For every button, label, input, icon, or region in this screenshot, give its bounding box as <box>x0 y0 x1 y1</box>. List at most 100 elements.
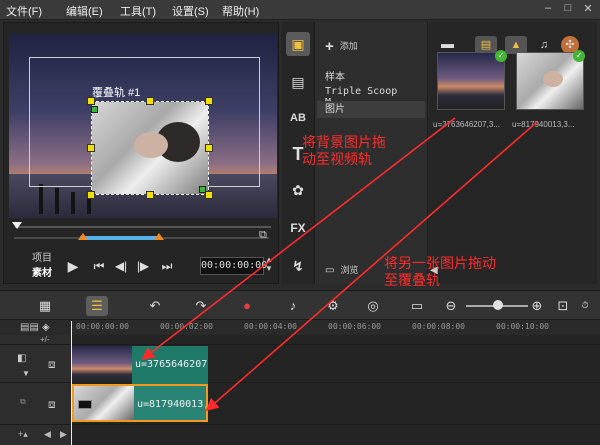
timecode-display[interactable]: 00:00:00:00 <box>200 257 267 275</box>
scrubber-thumb[interactable] <box>12 222 22 229</box>
distort-handle[interactable] <box>91 106 98 113</box>
scroll-right-icon[interactable]: ▶ <box>60 429 67 440</box>
track-toggle[interactable]: +/- <box>40 335 50 344</box>
go-start-icon[interactable]: ⏮ <box>90 257 108 275</box>
piling <box>39 184 43 214</box>
maximize-icon[interactable]: □ <box>560 2 576 17</box>
minimize-icon[interactable]: – <box>540 2 556 17</box>
instant-project-icon[interactable]: ▤ <box>286 70 310 94</box>
media-icon[interactable]: ▣ <box>286 32 310 56</box>
mode-clip[interactable]: 素材 <box>32 264 52 279</box>
filter-fx-icon[interactable]: FX <box>286 216 310 240</box>
transition-icon[interactable]: AB <box>286 106 310 130</box>
close-icon[interactable]: ✕ <box>580 2 596 17</box>
folder-icon[interactable]: ▬ <box>441 36 454 51</box>
clip-label: u=3765646207 <box>135 359 208 370</box>
redo-icon[interactable]: ↷ <box>190 296 212 316</box>
trim-end-marker[interactable] <box>154 233 164 240</box>
preview-scrubber[interactable] <box>9 222 277 232</box>
overlay-clip[interactable]: u=817940013, <box>72 384 208 422</box>
video-clip[interactable]: u=3765646207 <box>72 346 208 384</box>
menu-tools[interactable]: 工具(T) <box>120 3 156 19</box>
trim-start-marker[interactable] <box>78 233 88 240</box>
piling <box>55 188 59 214</box>
prev-frame-icon[interactable]: ◀| <box>112 257 130 275</box>
checkmark-icon: ✓ <box>573 50 585 62</box>
timeline-scrollbar-area <box>70 425 600 445</box>
record-capture-icon[interactable]: ● <box>236 296 258 316</box>
playhead[interactable] <box>71 321 72 445</box>
zoom-out-icon[interactable]: ⊖ <box>440 296 462 316</box>
thumbnail-background <box>438 53 504 109</box>
trim-range[interactable] <box>80 236 160 240</box>
scrubber-track <box>15 226 271 228</box>
menu-settings[interactable]: 设置(S) <box>172 3 209 19</box>
subtitle-editor-icon[interactable]: ▭ <box>406 296 428 316</box>
distort-handle[interactable] <box>199 186 206 193</box>
lock-icon[interactable]: ⧉ <box>20 397 26 407</box>
project-duration-icon[interactable]: ⏱ <box>574 296 596 316</box>
overlay-track-icon: ⧈ <box>48 397 56 411</box>
next-frame-icon[interactable]: |▶ <box>134 257 152 275</box>
annotation-text: 将背景图片拖 动至视频轨 <box>302 134 386 167</box>
overlay-track-header: ⧉ ⧈ <box>0 383 70 425</box>
overlay-track-title: 覆叠轨 #1 <box>92 87 141 99</box>
resize-handle[interactable] <box>87 144 95 152</box>
dropdown-icon[interactable]: ▼ <box>22 369 30 378</box>
plus-icon: + <box>325 38 334 55</box>
ruler-label: 00:00:08:00 <box>412 322 465 331</box>
scroll-left-icon[interactable]: ◀ <box>44 429 51 440</box>
enlarge-preview-icon[interactable]: ⧉ <box>259 229 267 242</box>
menu-bar: 文件(F) 编辑(E) 工具(T) 设置(S) 帮助(H) – □ ✕ <box>0 0 600 20</box>
graphic-icon[interactable]: ✿ <box>286 178 310 202</box>
resize-handle[interactable] <box>205 191 213 199</box>
browse-button[interactable]: ▭ 浏览 <box>325 263 358 276</box>
ruler-label: 00:00:04:00 <box>244 322 297 331</box>
sound-mixer-icon[interactable]: ♪ <box>282 296 304 316</box>
add-folder-label: 添加 <box>339 40 358 51</box>
fit-project-icon[interactable]: ⊡ <box>552 296 574 316</box>
add-folder-button[interactable]: + 添加 <box>325 38 358 55</box>
timeline-ruler[interactable]: ▤▤ ◈ 00:00:00:00 00:00:02:00 00:00:04:00… <box>0 321 600 335</box>
menu-help[interactable]: 帮助(H) <box>222 3 259 19</box>
path-icon[interactable]: ↯ <box>286 254 310 278</box>
timeline-toolbar: ▦ ☰ ↶ ↷ ● ♪ ⚙ ◎ ▭ ⊖ ⊕ ⊡ ⏱ <box>0 290 600 320</box>
folder-pictures[interactable]: 图片 <box>317 101 425 118</box>
chapter-point-icon[interactable]: ◈ <box>42 322 50 333</box>
overlay-image[interactable] <box>91 101 209 195</box>
resize-handle[interactable] <box>146 97 154 105</box>
go-end-icon[interactable]: ⏭ <box>158 257 176 275</box>
timeline-view-icon[interactable]: ☰ <box>86 296 108 316</box>
folder-samples[interactable]: 样本 <box>325 68 345 83</box>
track-manager-icon[interactable]: ▤▤ <box>20 322 39 333</box>
storyboard-view-icon[interactable]: ▦ <box>34 296 56 316</box>
library-thumbnail[interactable] <box>516 52 584 110</box>
browse-label: 浏览 <box>340 265 359 275</box>
zoom-slider-knob[interactable] <box>493 300 503 310</box>
annotation-drag-background: 将背景图片拖 动至视频轨 <box>302 134 412 168</box>
resize-handle[interactable] <box>205 144 213 152</box>
preview-screen[interactable]: 覆叠轨 #1 <box>9 34 277 218</box>
ruler-label: 00:00:06:00 <box>328 322 381 331</box>
menu-file[interactable]: 文件(F) <box>6 3 42 19</box>
video-track-header: ◧ ▼ ⧈ <box>0 345 70 383</box>
motion-tracking-icon[interactable]: ◎ <box>362 296 384 316</box>
resize-handle[interactable] <box>146 191 154 199</box>
zoom-in-icon[interactable]: ⊕ <box>526 296 548 316</box>
library-thumbnail[interactable] <box>437 52 505 110</box>
resize-handle[interactable] <box>205 97 213 105</box>
add-track-icon[interactable]: +▴ <box>18 429 28 440</box>
auto-music-icon[interactable]: ⚙ <box>322 296 344 316</box>
resize-handle[interactable] <box>87 97 95 105</box>
resize-handle[interactable] <box>87 191 95 199</box>
overlay-mask-icon <box>78 400 92 409</box>
mode-project[interactable]: 项目 <box>32 249 52 264</box>
undo-icon[interactable]: ↶ <box>144 296 166 316</box>
ripple-edit-icon[interactable]: ◧ <box>17 353 26 364</box>
video-track-icon: ⧈ <box>48 357 56 371</box>
play-icon[interactable]: ▶ <box>64 257 82 275</box>
timecode-stepper-icon[interactable]: ▲ ▼ <box>265 255 273 273</box>
clip-thumbnail <box>72 346 132 384</box>
checkmark-icon: ✓ <box>495 50 507 62</box>
menu-edit[interactable]: 编辑(E) <box>66 3 103 19</box>
